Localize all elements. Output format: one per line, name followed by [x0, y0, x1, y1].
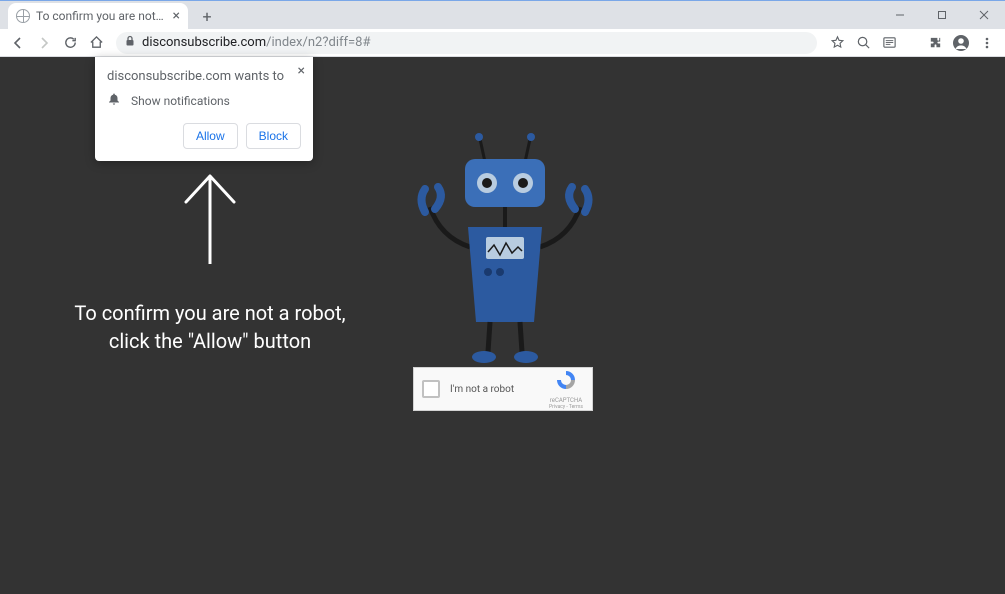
page-content: × disconsubscribe.com wants to Show noti… [0, 57, 1005, 594]
forward-button[interactable] [32, 31, 56, 55]
allow-button[interactable]: Allow [183, 123, 238, 149]
url-path: /index/n2?diff=8# [266, 35, 370, 50]
profile-button[interactable] [949, 31, 973, 55]
recaptcha-checkbox[interactable] [422, 380, 440, 398]
message-line2: click the "Allow" button [60, 327, 360, 355]
instruction-message: To confirm you are not a robot, click th… [60, 299, 360, 355]
recaptcha-label: I'm not a robot [450, 384, 548, 395]
recaptcha-logo: reCAPTCHA Privacy - Terms [548, 368, 584, 410]
recaptcha-brand: reCAPTCHA [548, 397, 584, 404]
window-controls [879, 1, 1005, 29]
popup-row-label: Show notifications [131, 94, 230, 108]
bookmark-star-button[interactable] [825, 31, 849, 55]
address-bar[interactable]: disconsubscribe.com/index/n2?diff=8# [116, 32, 817, 54]
globe-icon [16, 9, 30, 23]
close-window-button[interactable] [963, 1, 1005, 29]
lock-icon [124, 35, 136, 51]
new-tab-button[interactable]: + [194, 3, 220, 29]
up-arrow-graphic [180, 172, 240, 264]
browser-toolbar: disconsubscribe.com/index/n2?diff=8# [0, 29, 1005, 57]
robot-illustration [400, 127, 610, 377]
block-button[interactable]: Block [246, 123, 301, 149]
tab-close-button[interactable]: × [173, 9, 180, 23]
home-button[interactable] [84, 31, 108, 55]
browser-tab[interactable]: To confirm you are not a robot, c × [8, 3, 188, 29]
popup-title: disconsubscribe.com wants to [107, 69, 301, 84]
bell-icon [107, 92, 121, 109]
url-domain: disconsubscribe.com [142, 35, 266, 50]
reader-icon[interactable] [877, 31, 901, 55]
browser-titlebar: To confirm you are not a robot, c × + [0, 1, 1005, 29]
reload-button[interactable] [58, 31, 82, 55]
recaptcha-widget[interactable]: I'm not a robot reCAPTCHA Privacy - Term… [413, 367, 593, 411]
tab-title: To confirm you are not a robot, c [36, 9, 167, 23]
maximize-button[interactable] [921, 1, 963, 29]
popup-close-button[interactable]: × [298, 63, 305, 79]
minimize-button[interactable] [879, 1, 921, 29]
extensions-button[interactable] [923, 31, 947, 55]
url-text: disconsubscribe.com/index/n2?diff=8# [142, 35, 370, 50]
menu-button[interactable] [975, 31, 999, 55]
notification-permission-popup: × disconsubscribe.com wants to Show noti… [95, 57, 313, 161]
recaptcha-privacy: Privacy - Terms [548, 404, 584, 410]
zoom-icon[interactable] [851, 31, 875, 55]
back-button[interactable] [6, 31, 30, 55]
message-line1: To confirm you are not a robot, [60, 299, 360, 327]
